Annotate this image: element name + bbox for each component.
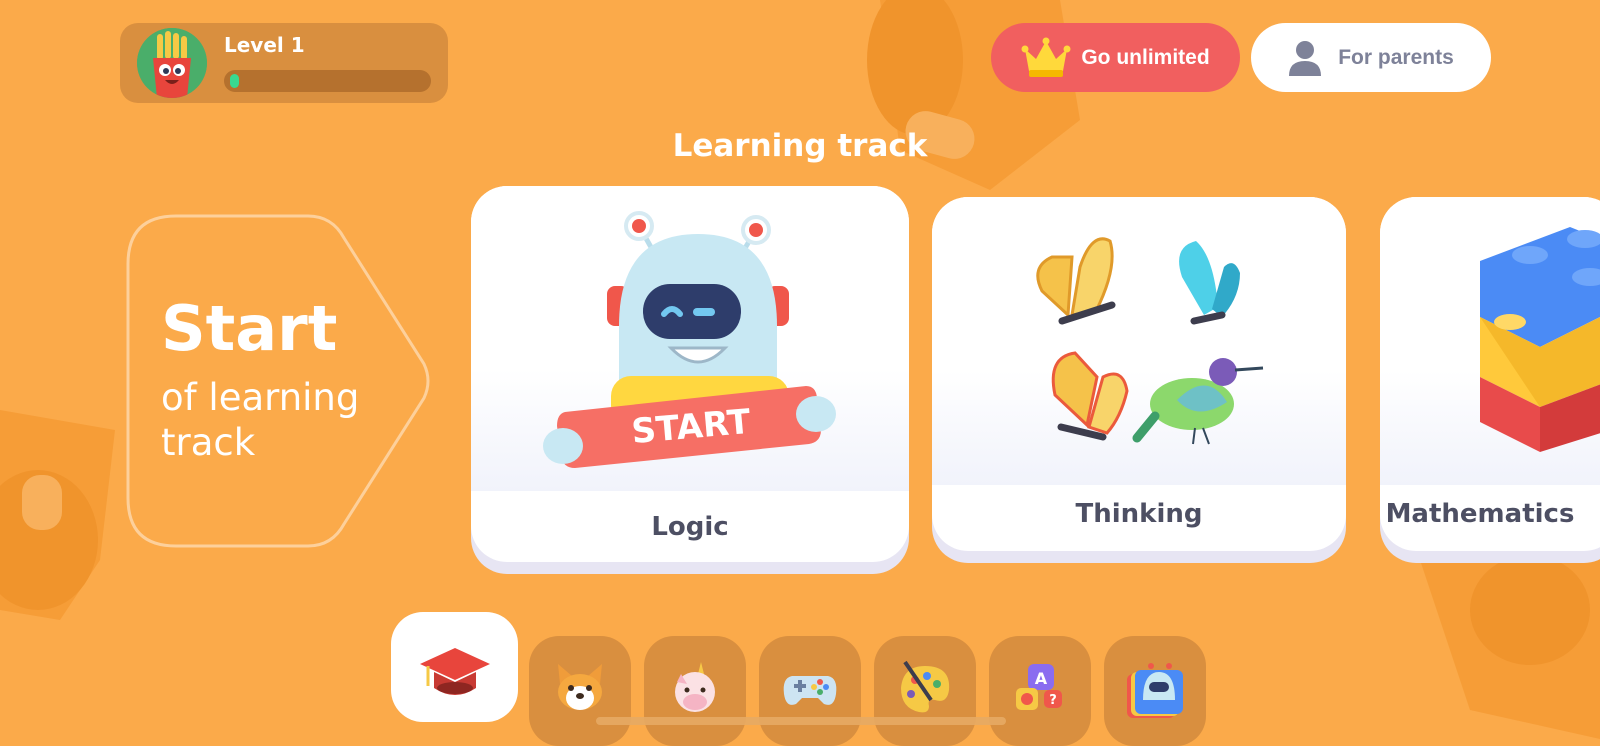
- robot-books-icon: [1127, 663, 1183, 718]
- avatar[interactable]: [137, 28, 207, 98]
- for-parents-label: For parents: [1338, 45, 1454, 69]
- fries-character-icon: [137, 28, 207, 98]
- corgi-icon: [558, 664, 602, 710]
- graduation-cap-icon: [419, 648, 490, 695]
- robot-start-icon: START: [543, 211, 836, 468]
- logic-card[interactable]: START Logic: [471, 186, 909, 562]
- nav-tab-library[interactable]: [1104, 636, 1206, 746]
- person-icon: [1289, 40, 1322, 76]
- letters-quiz-icon: A ?: [1016, 664, 1062, 710]
- nav-tab-learning[interactable]: [391, 612, 518, 722]
- level-label: Level 1: [224, 33, 305, 57]
- section-title: Learning track: [672, 128, 928, 164]
- nav-tab-art[interactable]: [874, 636, 976, 746]
- home-indicator: [596, 717, 1006, 725]
- svg-text:?: ?: [1049, 693, 1057, 708]
- thinking-card-art: [932, 197, 1346, 485]
- level-progress-fill: [224, 70, 241, 92]
- start-subtitle: of learning track: [161, 376, 360, 464]
- nav-tab-letters[interactable]: A ?: [989, 636, 1091, 746]
- mathematics-card[interactable]: Mathematics: [1380, 197, 1600, 551]
- blocks-icon: [1480, 227, 1600, 452]
- mathematics-card-art: [1380, 197, 1600, 485]
- unicorn-icon: [675, 662, 715, 712]
- nav-tab-games[interactable]: [759, 636, 861, 746]
- nav-tab-corgi[interactable]: [529, 636, 631, 746]
- logic-card-art: START: [471, 186, 909, 491]
- mathematics-card-label: Mathematics: [1385, 499, 1575, 529]
- nav-tab-unicorn[interactable]: [644, 636, 746, 746]
- palette-icon: [901, 660, 950, 713]
- logic-card-label: Logic: [651, 512, 729, 542]
- go-unlimited-label: Go unlimited: [1081, 45, 1210, 69]
- crown-icon: [1021, 37, 1071, 77]
- level-progress-bar: [224, 70, 431, 92]
- for-parents-button[interactable]: For parents: [1251, 23, 1491, 92]
- thinking-card[interactable]: Thinking: [932, 197, 1346, 551]
- start-title: Start: [161, 292, 338, 365]
- gamepad-icon: [783, 676, 837, 705]
- thinking-card-label: Thinking: [1075, 499, 1203, 529]
- go-unlimited-button[interactable]: Go unlimited: [991, 23, 1240, 92]
- svg-text:A: A: [1035, 669, 1048, 688]
- butterflies-bird-icon: [1036, 237, 1264, 445]
- level-card[interactable]: Level 1: [120, 23, 448, 103]
